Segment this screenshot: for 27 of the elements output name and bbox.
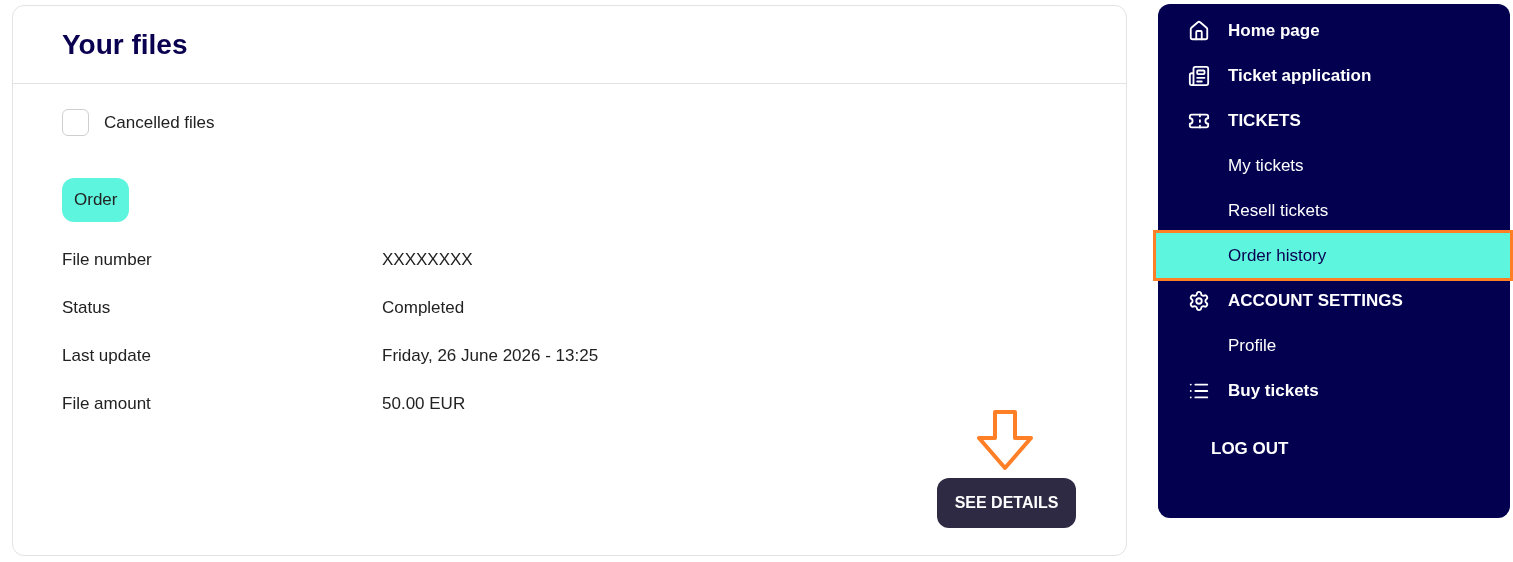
home-icon [1188,19,1210,42]
checkbox[interactable] [62,109,89,136]
document-icon [1188,64,1210,87]
field-label: Status [62,296,112,319]
field-value: 50.00 EUR [382,392,466,415]
settings-icon [1188,289,1210,312]
logout-link[interactable]: LOG OUT [1211,436,1510,462]
down-arrow-icon [975,409,1035,472]
sidebar-item[interactable]: Resell tickets [1158,188,1510,233]
field-label: File number [62,248,153,271]
sidebar-item[interactable]: ACCOUNT SETTINGS [1158,278,1510,323]
order-tag: Order [62,178,130,222]
field-label: File amount [62,392,152,415]
field-value: XXXXXXXX [382,248,473,271]
sidebar-item[interactable]: Buy tickets [1158,368,1510,413]
field-label: Last update [62,344,152,367]
sidebar-item[interactable]: Ticket application [1158,53,1510,98]
sidebar-item[interactable]: Home page [1158,8,1510,53]
field-value: Completed [382,296,465,319]
sidebar-item[interactable]: Order history [1156,233,1510,278]
sidebar-item[interactable]: TICKETS [1158,98,1510,143]
page-title: Your files [62,27,188,62]
see-details-button[interactable]: SEE DETAILS [937,477,1076,528]
checkbox-label: Cancelled files [104,111,215,134]
sidebar-item[interactable]: My tickets [1158,143,1510,188]
sidebar-item[interactable]: Profile [1158,323,1510,368]
field-value: Friday, 26 June 2026 - 13:25 [382,344,599,367]
